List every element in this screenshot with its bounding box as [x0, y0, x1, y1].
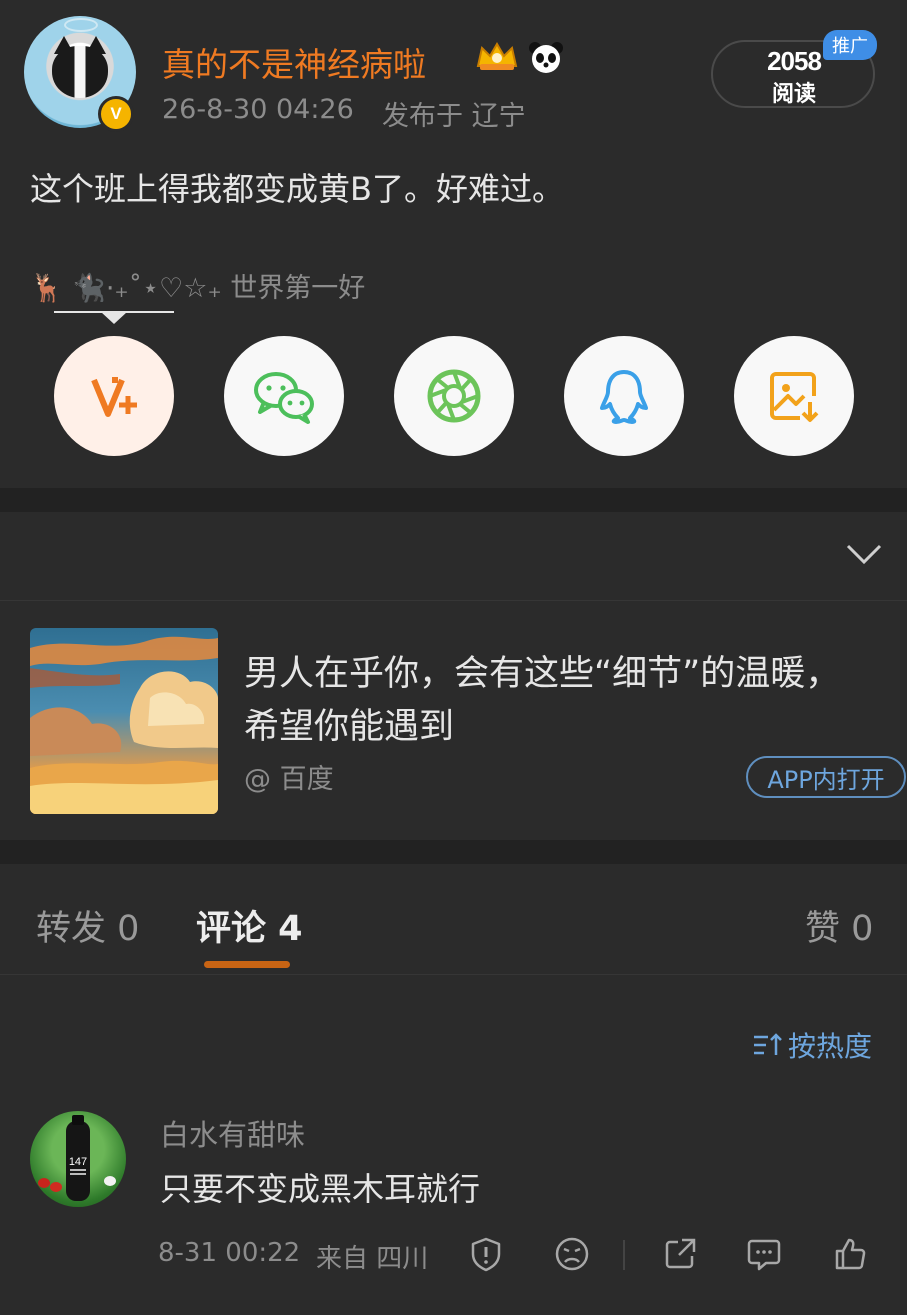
snooker-bottle-image: 147 [38, 1115, 116, 1201]
promo-badge: 推广 [823, 30, 877, 60]
sort-label: 按热度 [788, 1030, 873, 1063]
comment-icon[interactable] [746, 1236, 782, 1272]
sunset-clouds-image [30, 628, 218, 814]
share-vplus-button[interactable] [54, 336, 174, 456]
section-divider [0, 488, 907, 512]
comment-time: 8-31 00:22 [158, 1238, 301, 1268]
post-body-text: 这个班上得我都变成黄B了。好难过。 [30, 170, 564, 208]
action-separator [623, 1240, 625, 1270]
reads-label: 阅读 [771, 82, 816, 107]
open-in-app-button[interactable]: APP内打开 [746, 756, 906, 798]
wechat-icon [254, 372, 314, 424]
card-top-line [0, 600, 907, 601]
qq-icon [600, 370, 648, 424]
comment-text: 只要不变成黑木耳就行 [160, 1170, 481, 1208]
commenter-avatar[interactable]: 147 [30, 1111, 126, 1207]
tab-likes[interactable]: 赞 0 [805, 900, 873, 951]
share-selection-caret [101, 312, 127, 324]
moments-icon [427, 369, 481, 423]
bottle-label: 147 [69, 1156, 87, 1168]
comment-location: 来自 四川 [316, 1244, 429, 1274]
sort-icon [754, 1033, 782, 1055]
tabs-bottom-line [0, 974, 907, 975]
author-name[interactable]: 真的不是神经病啦 [162, 38, 426, 86]
share-icon[interactable] [662, 1236, 698, 1272]
sort-by-heat-button[interactable]: 按热度 [752, 1025, 872, 1065]
share-save-image-button[interactable] [734, 336, 854, 456]
halo-decoration [64, 18, 98, 32]
verified-badge-icon: V [98, 96, 134, 132]
share-moments-button[interactable] [394, 336, 514, 456]
card-source: @ 百度 [244, 764, 334, 795]
share-qq-button[interactable] [564, 336, 684, 456]
panda-badge-icon [529, 42, 563, 73]
report-icon[interactable] [468, 1236, 504, 1272]
share-wechat-button[interactable] [224, 336, 344, 456]
vplus-icon [91, 377, 137, 417]
card-thumbnail[interactable] [30, 628, 218, 814]
commenter-name[interactable]: 白水有甜味 [160, 1112, 305, 1154]
cat-face [52, 46, 108, 98]
tab-comments[interactable]: 评论 4 [196, 900, 303, 951]
section-divider-2 [0, 840, 907, 864]
tab-repost[interactable]: 转发 0 [36, 900, 139, 951]
like-icon[interactable] [832, 1236, 868, 1272]
card-title[interactable]: 男人在乎你，会有这些“细节”的温暖，希望你能遇到 [244, 648, 864, 754]
save-image-icon [770, 372, 819, 422]
post-location: 发布于 辽宁 [382, 101, 526, 132]
active-tab-indicator [204, 961, 290, 968]
crown-badge-icon [476, 42, 518, 70]
post-time: 26-8-30 04:26 [162, 94, 354, 125]
chevron-down-icon[interactable] [846, 540, 882, 570]
dislike-face-icon[interactable] [554, 1236, 590, 1272]
post-tail[interactable]: 🦌 🐈‍⬛·₊˚⋆♡☆₊ 世界第一好 [30, 266, 365, 305]
